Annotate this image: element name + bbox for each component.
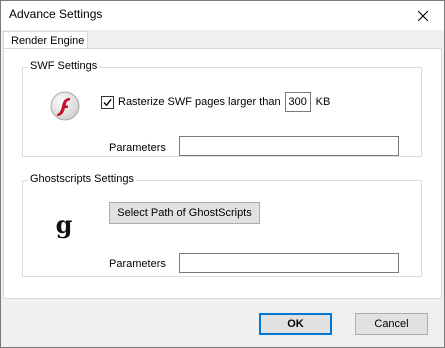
ghostscript-settings-group: Ghostscripts Settings g Select Path of G…	[22, 173, 422, 277]
ghostscript-icon: g	[53, 210, 75, 243]
window-title: Advance Settings	[9, 7, 103, 21]
flash-icon	[49, 90, 81, 122]
swf-parameters-label: Parameters	[109, 142, 166, 154]
ghostscript-parameters-label: Parameters	[109, 258, 166, 270]
swf-settings-group: SWF Settings Rasterize SWF pages larger …	[22, 60, 422, 157]
ok-button[interactable]: OK	[259, 313, 332, 335]
checkmark-icon	[103, 98, 112, 106]
tab-panel-render-engine: SWF Settings Rasterize SWF pages larger …	[3, 48, 442, 299]
swf-group-label: SWF Settings	[28, 60, 100, 72]
title-bar: Advance Settings	[1, 1, 444, 30]
size-unit-label: KB	[315, 96, 331, 108]
rasterize-size-input[interactable]: 300	[284, 92, 311, 112]
close-icon	[418, 10, 428, 21]
rasterize-checkbox[interactable]	[101, 95, 114, 109]
close-button[interactable]	[402, 1, 444, 30]
tab-strip: Render Engine	[1, 30, 444, 50]
tab-label: Render Engine	[11, 35, 85, 47]
advance-settings-dialog: Advance Settings Render Engine SWF Setti…	[0, 0, 445, 348]
rasterize-label: Rasterize SWF pages larger than	[118, 96, 281, 108]
swf-parameters-input[interactable]	[179, 136, 399, 156]
cancel-button[interactable]: Cancel	[355, 313, 428, 335]
ghostscript-parameters-input[interactable]	[179, 253, 399, 273]
ghostscript-group-label: Ghostscripts Settings	[28, 173, 136, 185]
rasterize-row: Rasterize SWF pages larger than 300 KB	[101, 92, 330, 112]
svg-text:g: g	[56, 213, 73, 239]
select-ghostscript-path-button[interactable]: Select Path of GhostScripts	[109, 202, 260, 224]
